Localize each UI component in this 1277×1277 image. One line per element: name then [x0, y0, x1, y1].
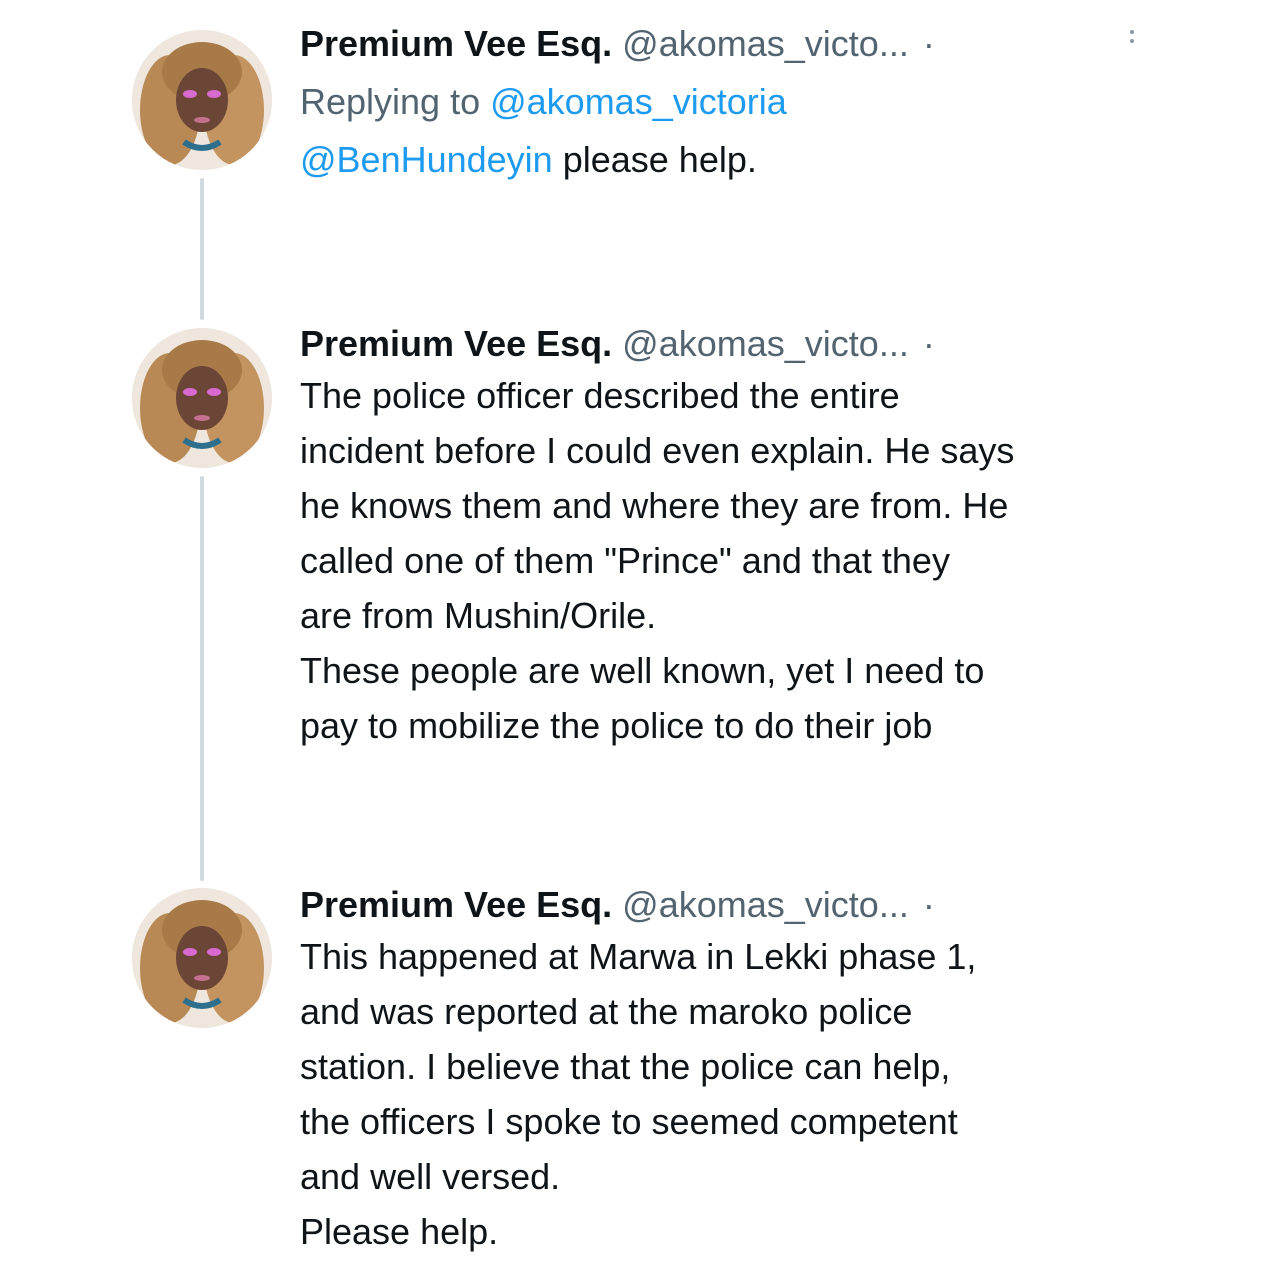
avatar[interactable]	[132, 888, 272, 1028]
display-name[interactable]: Premium Vee Esq.	[300, 884, 612, 925]
tweet-text-line: and well versed.	[300, 1156, 561, 1197]
tweet-text-line: incident before I could even explain. He…	[300, 430, 1015, 471]
tweet-text: The police officer described the entire …	[300, 368, 1147, 753]
tweet[interactable]: Premium Vee Esq. @akomas_victo... · Reply…	[0, 0, 1277, 300]
replying-to-handle[interactable]: @akomas_victoria	[490, 81, 787, 122]
tweet-text-line: The police officer described the entire	[300, 375, 900, 416]
tweet-text-line: Please help.	[300, 1211, 499, 1252]
mention-link[interactable]: @BenHundeyin	[300, 139, 553, 180]
avatar[interactable]	[132, 328, 272, 468]
user-handle[interactable]: @akomas_victo...	[622, 323, 909, 364]
tweet-text-line: are from Mushin/Orile.	[300, 595, 657, 636]
tweet[interactable]: Premium Vee Esq. @akomas_victo... · This …	[0, 880, 1277, 1277]
tweet-text: please help.	[552, 139, 757, 180]
avatar-image	[132, 30, 272, 170]
avatar[interactable]	[132, 30, 272, 170]
display-name[interactable]: Premium Vee Esq.	[300, 323, 612, 364]
replying-to-label: Replying to	[300, 81, 491, 122]
avatar-image	[132, 888, 272, 1028]
tweet-text-line: These people are well known, yet I need …	[300, 650, 985, 691]
tweet-text-line: the officers I spoke to seemed competent	[300, 1101, 958, 1142]
tweet-text-line: station. I believe that the police can h…	[300, 1046, 951, 1087]
separator-dot: ·	[922, 884, 935, 925]
tweet-text: This happened at Marwa in Lekki phase 1,…	[300, 929, 1147, 1259]
tweet-text-line: and was reported at the maroko police	[300, 991, 913, 1032]
avatar-image	[132, 328, 272, 468]
user-handle[interactable]: @akomas_victo...	[622, 884, 909, 925]
tweet-text-line: called one of them "Prince" and that the…	[300, 540, 950, 581]
tweet-text-line: he knows them and where they are from. H…	[300, 485, 1009, 526]
separator-dot: ·	[922, 323, 935, 364]
separator-dot: ·	[922, 23, 935, 64]
tweet[interactable]: Premium Vee Esq. @akomas_victo... · The p…	[0, 320, 1277, 780]
display-name[interactable]: Premium Vee Esq.	[300, 23, 612, 64]
user-handle[interactable]: @akomas_victo...	[622, 23, 909, 64]
tweet-text-line: pay to mobilize the police to do their j…	[300, 705, 933, 746]
tweet-text-line: This happened at Marwa in Lekki phase 1,	[300, 936, 977, 977]
